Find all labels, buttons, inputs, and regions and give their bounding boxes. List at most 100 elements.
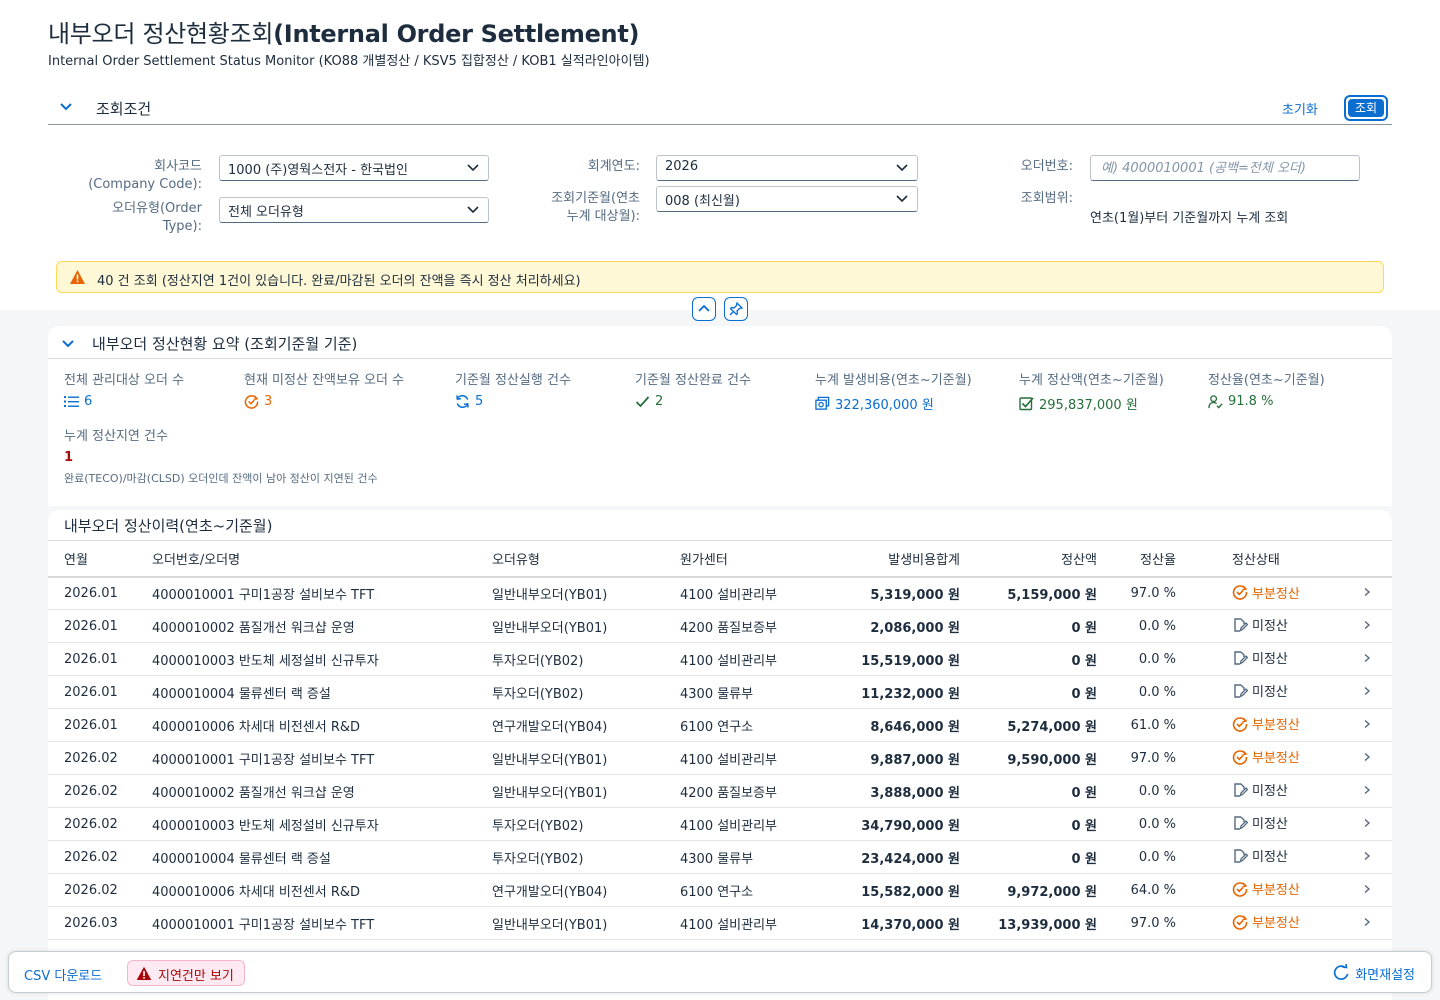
cell-cost-center: 4100 설비관리부 bbox=[680, 917, 778, 933]
row-navigation-icon[interactable] bbox=[1326, 577, 1392, 610]
cell-order: 4000010004 물류센터 랙 증설 bbox=[152, 686, 331, 702]
table-row[interactable]: 2026.01 4000010002 품질개선 워크샵 운영 일반내부오더(YB01… bbox=[48, 610, 1392, 643]
order-type-value: 전체 오더유형 bbox=[228, 205, 304, 220]
kpi-label: 기준월 정산실행 건수 bbox=[455, 373, 571, 388]
cell-order: 4000010006 차세대 비전센서 R&D bbox=[152, 719, 361, 735]
kpi-label: 정산율(연초~기준월) bbox=[1208, 373, 1325, 388]
table-header-row: 연월 오더번호/오더명 오더유형 원가센터 발생비용합계 정산액 정산율 정산상… bbox=[48, 540, 1392, 577]
status-badge: 미정산 bbox=[1232, 813, 1288, 832]
warning-message-text: 40 건 조회 (정산지연 1건이 있습니다. 완료/마감된 오더의 잔액을 즉… bbox=[97, 274, 581, 289]
kpi-value-text: 2 bbox=[655, 394, 664, 409]
filter-bar-title: 조회조건 bbox=[96, 100, 152, 118]
cell-order-type: 일반내부오더(YB01) bbox=[492, 587, 608, 603]
column-header-cost-center[interactable]: 원가센터 bbox=[680, 541, 840, 577]
cell-cost-center: 4200 품질보증부 bbox=[680, 785, 778, 801]
table-row[interactable]: 2026.02 4000010002 품질개선 워크샵 운영 일반내부오더(YB01… bbox=[48, 775, 1392, 808]
partial-settle-icon bbox=[1232, 749, 1248, 765]
kpi-value: 295,837,000 원 bbox=[1019, 394, 1164, 413]
period-select[interactable]: 008 (최신월) bbox=[656, 186, 918, 212]
cell-amount: 23,424,000 원 bbox=[861, 851, 960, 867]
page-title-ko: 내부오더 정산현황조회 bbox=[48, 20, 274, 48]
row-navigation-icon[interactable] bbox=[1326, 775, 1392, 808]
table-row[interactable]: 2026.03 4000010001 구미1공장 설비보수 TFT 일반내부오더(Y… bbox=[48, 907, 1392, 940]
cell-ym: 2026.02 bbox=[64, 750, 118, 766]
row-navigation-icon[interactable] bbox=[1326, 643, 1392, 676]
chevron-right-icon bbox=[1364, 587, 1371, 596]
kpi-value: 91.8 % bbox=[1208, 394, 1325, 409]
filter-bar-header: 조회조건 초기화 조회 bbox=[48, 90, 1392, 125]
cell-rate: 0.0 % bbox=[1138, 618, 1176, 634]
pin-icon bbox=[729, 302, 743, 316]
cell-rate: 0.0 % bbox=[1138, 849, 1176, 865]
cell-order-type: 투자오더(YB02) bbox=[492, 818, 584, 834]
column-header-amount[interactable]: 발생비용합계 bbox=[840, 541, 960, 577]
status-badge: 부분정산 bbox=[1232, 714, 1300, 733]
check-icon bbox=[635, 396, 650, 408]
table-body: 2026.01 4000010001 구미1공장 설비보수 TFT 일반내부오더(Y… bbox=[48, 577, 1392, 940]
table-row[interactable]: 2026.01 4000010006 차세대 비전센서 R&D 연구개발오더(YB0… bbox=[48, 709, 1392, 742]
status-text: 부분정산 bbox=[1252, 586, 1300, 602]
chevron-right-icon bbox=[1364, 752, 1371, 761]
chevron-up-icon bbox=[698, 304, 710, 312]
order-no-input[interactable] bbox=[1090, 155, 1360, 181]
delayed-only-label: 지연건만 보기 bbox=[158, 969, 234, 984]
cell-order-type: 일반내부오더(YB01) bbox=[492, 917, 608, 933]
column-header-nav bbox=[1326, 541, 1392, 577]
cell-order: 4000010006 차세대 비전센서 R&D bbox=[152, 884, 361, 900]
cell-rate: 0.0 % bbox=[1138, 783, 1176, 799]
table-row[interactable]: 2026.02 4000010001 구미1공장 설비보수 TFT 일반내부오더(Y… bbox=[48, 742, 1392, 775]
cell-order: 4000010003 반도체 세정설비 신규투자 bbox=[152, 818, 379, 834]
row-navigation-icon[interactable] bbox=[1326, 676, 1392, 709]
kpi-total-orders: 전체 관리대상 오더 수 6 bbox=[64, 369, 184, 409]
collapse-header-button[interactable] bbox=[692, 297, 716, 321]
summary-card: 내부오더 정산현황 요약 (조회기준월 기준) 전체 관리대상 오더 수 6 현… bbox=[48, 326, 1392, 506]
delayed-only-button[interactable]: 지연건만 보기 bbox=[127, 960, 245, 986]
column-header-order[interactable]: 오더번호/오더명 bbox=[152, 541, 492, 577]
partial-settle-icon bbox=[1232, 914, 1248, 930]
table-row[interactable]: 2026.02 4000010004 물류센터 랙 증설 투자오더(YB02) 430… bbox=[48, 841, 1392, 874]
kpi-value-text: 322,360,000 원 bbox=[835, 398, 934, 413]
cell-settled: 9,972,000 원 bbox=[1007, 884, 1097, 900]
table-row[interactable]: 2026.02 4000010006 차세대 비전센서 R&D 연구개발오더(YB0… bbox=[48, 874, 1392, 907]
partial-settle-icon bbox=[1232, 585, 1248, 600]
row-navigation-icon[interactable] bbox=[1326, 841, 1392, 874]
kpi-value-text: 295,837,000 원 bbox=[1039, 398, 1138, 413]
row-navigation-icon[interactable] bbox=[1326, 742, 1392, 775]
pin-header-button[interactable] bbox=[724, 297, 748, 321]
cell-settled: 9,590,000 원 bbox=[1007, 752, 1097, 768]
footer-toolbar: CSV 다운로드 지연건만 보기 화면재설정 bbox=[8, 951, 1432, 993]
table-row[interactable]: 2026.01 4000010001 구미1공장 설비보수 TFT 일반내부오더(Y… bbox=[48, 577, 1392, 610]
column-header-status[interactable]: 정산상태 bbox=[1176, 541, 1326, 577]
refresh-icon bbox=[1334, 964, 1349, 980]
column-header-ym[interactable]: 연월 bbox=[48, 541, 152, 577]
search-button[interactable]: 조회 bbox=[1344, 95, 1388, 121]
cell-status: 부분정산 bbox=[1176, 709, 1326, 742]
edit-document-icon bbox=[1234, 816, 1248, 830]
table-row[interactable]: 2026.01 4000010004 물류센터 랙 증설 투자오더(YB02) 430… bbox=[48, 676, 1392, 709]
chevron-down-icon[interactable] bbox=[58, 98, 74, 114]
chevron-down-icon[interactable] bbox=[60, 335, 76, 351]
cell-order-type: 투자오더(YB02) bbox=[492, 851, 584, 867]
kpi-unsettled-orders: 현재 미정산 잔액보유 오더 수 3 bbox=[244, 369, 404, 409]
cell-ym: 2026.02 bbox=[64, 849, 118, 865]
row-navigation-icon[interactable] bbox=[1326, 808, 1392, 841]
table-row[interactable]: 2026.02 4000010003 반도체 세정설비 신규투자 투자오더(YB02… bbox=[48, 808, 1392, 841]
fiscal-year-label: 회계연도: bbox=[587, 159, 640, 174]
order-type-select[interactable]: 전체 오더유형 bbox=[219, 197, 489, 223]
checkbox-icon bbox=[1019, 397, 1034, 411]
row-navigation-icon[interactable] bbox=[1326, 610, 1392, 643]
reset-layout-button[interactable]: 화면재설정 bbox=[1333, 964, 1415, 983]
row-navigation-icon[interactable] bbox=[1326, 907, 1392, 940]
fiscal-year-select[interactable]: 2026 bbox=[656, 155, 918, 181]
cell-amount: 15,582,000 원 bbox=[861, 884, 960, 900]
status-text: 미정산 bbox=[1252, 652, 1288, 668]
csv-download-button[interactable]: CSV 다운로드 bbox=[24, 965, 102, 984]
column-header-rate[interactable]: 정산율 bbox=[1097, 541, 1176, 577]
row-navigation-icon[interactable] bbox=[1326, 874, 1392, 907]
column-header-settled[interactable]: 정산액 bbox=[960, 541, 1097, 577]
company-code-select[interactable]: 1000 (주)영웍스전자 - 한국법인 bbox=[219, 155, 489, 181]
reset-filters-button[interactable]: 초기화 bbox=[1282, 99, 1318, 118]
table-row[interactable]: 2026.01 4000010003 반도체 세정설비 신규투자 투자오더(YB02… bbox=[48, 643, 1392, 676]
row-navigation-icon[interactable] bbox=[1326, 709, 1392, 742]
column-header-type[interactable]: 오더유형 bbox=[492, 541, 680, 577]
